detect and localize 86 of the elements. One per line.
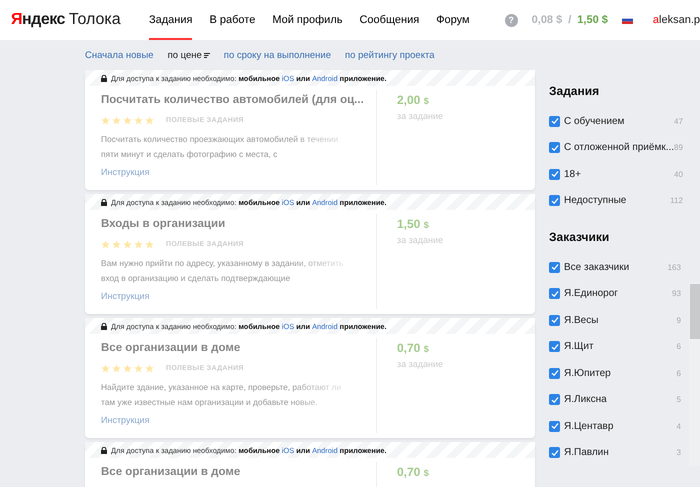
star-icon [134, 240, 143, 248]
flag-icon[interactable] [622, 16, 633, 24]
task-title[interactable]: Входы в организации [101, 214, 226, 234]
star-icon [101, 240, 110, 248]
star-icon [145, 364, 154, 372]
task-card[interactable] [85, 70, 535, 190]
filter-label[interactable]: Я.Павлин [564, 447, 609, 458]
filter-label[interactable]: С отложенной приёмк... [564, 142, 674, 154]
filter-count: 6 [676, 368, 681, 378]
nav-tab[interactable]: В работе [209, 0, 256, 40]
star-icon [112, 240, 121, 248]
star-icon [123, 116, 132, 124]
sort-option[interactable]: по сроку на выполнение [224, 50, 332, 60]
task-price: 1,50 $ [397, 216, 430, 233]
filter-label[interactable]: Я.Единорог [564, 288, 618, 300]
filter-label[interactable]: 18+ [564, 168, 581, 180]
checkbox[interactable] [549, 262, 560, 273]
filter-label[interactable]: С обучением [564, 116, 624, 127]
sort-icon [204, 52, 210, 58]
logo[interactable]: Яндекс Толока [11, 0, 149, 40]
star-icon [134, 364, 143, 372]
available-balance: 1,50 $ [577, 14, 608, 26]
lock-icon [101, 446, 107, 454]
filter-count: 9 [676, 316, 681, 325]
checkbox[interactable] [549, 314, 560, 326]
filter-count: 163 [668, 262, 681, 272]
task-card[interactable] [85, 318, 535, 438]
filter-count: 40 [674, 170, 683, 179]
task-price: 2,00 $ [397, 92, 430, 109]
checkbox[interactable] [549, 341, 560, 352]
star-icon [123, 364, 132, 372]
sort-option[interactable]: Сначала новые [85, 50, 154, 60]
star-icon [112, 364, 121, 372]
checkbox[interactable] [549, 195, 560, 206]
task-title[interactable]: Все организации в доме [101, 462, 240, 482]
filter-count: 3 [676, 448, 681, 458]
lock-icon [101, 198, 107, 206]
sort-option[interactable]: по цене [168, 50, 210, 60]
checkbox[interactable] [549, 420, 560, 432]
nav-tab[interactable]: Задания [149, 0, 192, 40]
star-icon [123, 240, 132, 248]
nav-tab[interactable]: Форум [436, 0, 470, 40]
star-icon [145, 240, 154, 248]
task-title[interactable]: Все организации в доме [101, 338, 240, 358]
task-price: 0,70 $ [397, 340, 430, 357]
checkbox[interactable] [549, 116, 560, 127]
nav-tab[interactable]: Мой профиль [272, 0, 342, 40]
checkbox[interactable] [549, 394, 560, 406]
lock-icon [101, 74, 107, 82]
checkbox[interactable] [549, 447, 560, 458]
checkbox[interactable] [549, 288, 560, 300]
sort-option[interactable]: по рейтингу проекта [345, 50, 435, 60]
filter-count: 47 [674, 116, 683, 126]
balance-separator: / [568, 14, 572, 26]
filter-label[interactable]: Все заказчики [564, 262, 630, 273]
filter-label[interactable]: Я.Центавр [564, 420, 614, 432]
task-description: Посчитать количество проезжающих автомобилей в течении пяти минут и сделать фотографию с места, с [101, 133, 340, 161]
filter-count: 5 [676, 395, 681, 404]
star-icon [112, 116, 121, 124]
filter-count: 6 [676, 342, 681, 352]
star-icon [134, 116, 143, 124]
nav-tab[interactable]: Сообщения [359, 0, 420, 40]
filter-label[interactable]: Я.Щит [564, 341, 594, 352]
filter-label[interactable]: Недоступные [564, 195, 626, 206]
star-icon [101, 364, 110, 372]
lock-icon [101, 322, 107, 330]
pending-balance: 0,08 $ [532, 14, 562, 26]
checkbox[interactable] [549, 168, 560, 180]
filter-section-title: Задания [549, 84, 600, 98]
checkbox[interactable] [549, 368, 560, 379]
task-price: 0,70 $ [397, 464, 429, 481]
star-icon [101, 116, 110, 124]
checkbox[interactable] [549, 142, 560, 154]
task-description: Вам нужно прийти по адресу, указанному в задании, отметить вход в организацию и сделать подтверждающие [101, 257, 344, 285]
filter-count: 112 [670, 196, 683, 206]
filter-count: 89 [674, 143, 683, 152]
star-icon [145, 116, 154, 124]
filter-label[interactable]: Я.Весы [564, 314, 598, 326]
filter-label[interactable]: Я.Ликсна [564, 394, 607, 406]
task-card[interactable] [85, 194, 535, 314]
filter-section-title: Заказчики [549, 230, 610, 244]
user-name[interactable]: aleksan.p [652, 14, 700, 26]
filter-label[interactable]: Я.Юпитер [564, 368, 611, 379]
task-title[interactable]: Посчитать количество автомобилей (для оц... [101, 90, 364, 110]
filter-count: 4 [676, 422, 681, 431]
filter-count: 93 [672, 289, 681, 298]
